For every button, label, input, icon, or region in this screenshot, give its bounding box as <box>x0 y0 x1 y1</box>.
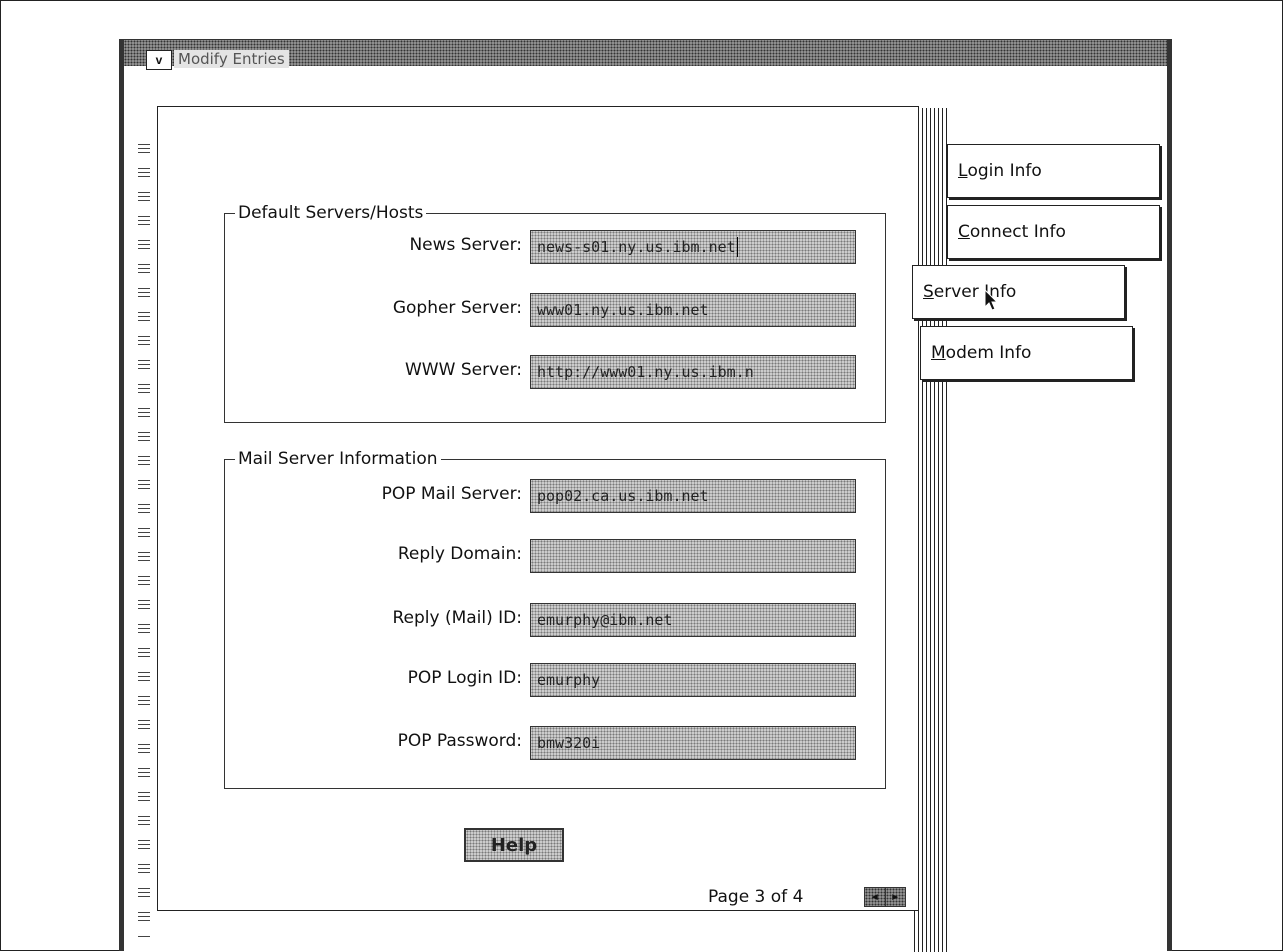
reply-mail-id-label: Reply (Mail) ID: <box>392 608 522 628</box>
news-server-input[interactable]: news-s01.ny.us.ibm.net <box>530 230 856 264</box>
text-caret <box>736 237 738 257</box>
pop-password-label: POP Password: <box>397 731 522 751</box>
pop-password-input[interactable]: bmw320i <box>530 726 856 760</box>
reply-mail-id-input[interactable]: emurphy@ibm.net <box>530 603 856 637</box>
tab-connect-info[interactable]: Connect Info <box>947 205 1160 259</box>
mouse-pointer-icon <box>984 289 999 311</box>
tab-modem-info[interactable]: Modem Info <box>920 326 1133 380</box>
www-server-input[interactable]: http://www01.ny.us.ibm.n <box>530 355 856 389</box>
mail-server-group-label: Mail Server Information <box>235 449 441 469</box>
tab-server-info-label: erver Info <box>933 282 1017 302</box>
reply-domain-input[interactable] <box>530 539 856 573</box>
news-server-label: News Server: <box>409 235 522 255</box>
help-button[interactable]: Help <box>464 828 564 862</box>
tab-connect-info-label: onnect Info <box>969 222 1066 242</box>
tab-login-info-label: ogin Info <box>967 161 1042 181</box>
tab-login-info[interactable]: Login Info <box>947 144 1160 198</box>
tab-server-info-mnemonic: S <box>923 282 934 302</box>
www-server-label: WWW Server: <box>404 360 522 380</box>
tab-modem-info-label: odem Info <box>945 343 1032 363</box>
system-menu-button[interactable]: v <box>146 50 172 70</box>
window-title: Modify Entries <box>174 50 289 68</box>
reply-domain-label: Reply Domain: <box>397 544 522 564</box>
title-bar[interactable]: v Modify Entries <box>124 40 1167 70</box>
notebook-page-stack <box>914 108 950 952</box>
default-servers-group: Default Servers/Hosts News Server: news-… <box>224 203 886 423</box>
tab-modem-info-mnemonic: M <box>931 343 946 363</box>
page-indicator: Page 3 of 4 <box>708 887 804 907</box>
tab-server-info[interactable]: Server Info <box>912 265 1125 319</box>
mail-server-group: Mail Server Information POP Mail Server:… <box>224 449 886 789</box>
right-arrow-icon[interactable]: ► <box>886 888 906 906</box>
chevron-down-icon: v <box>155 53 163 67</box>
pop-login-id-label: POP Login ID: <box>407 668 522 688</box>
gopher-server-label: Gopher Server: <box>392 298 522 318</box>
left-arrow-icon[interactable]: ◄ <box>865 888 886 906</box>
pop-mail-server-label: POP Mail Server: <box>381 484 522 504</box>
tab-connect-info-mnemonic: C <box>958 222 970 242</box>
default-servers-group-label: Default Servers/Hosts <box>235 203 427 223</box>
spiral-binding <box>138 135 178 938</box>
notebook-page: Default Servers/Hosts News Server: news-… <box>157 106 919 911</box>
pop-mail-server-input[interactable]: pop02.ca.us.ibm.net <box>530 479 856 513</box>
modify-entries-window: v Modify Entries Default Servers/Hosts N… <box>119 39 1172 952</box>
pop-login-id-input[interactable]: emurphy <box>530 663 856 697</box>
page-turn-buttons: ◄ ► <box>864 887 906 907</box>
gopher-server-input[interactable]: www01.ny.us.ibm.net <box>530 293 856 327</box>
tab-login-info-mnemonic: L <box>958 161 968 181</box>
